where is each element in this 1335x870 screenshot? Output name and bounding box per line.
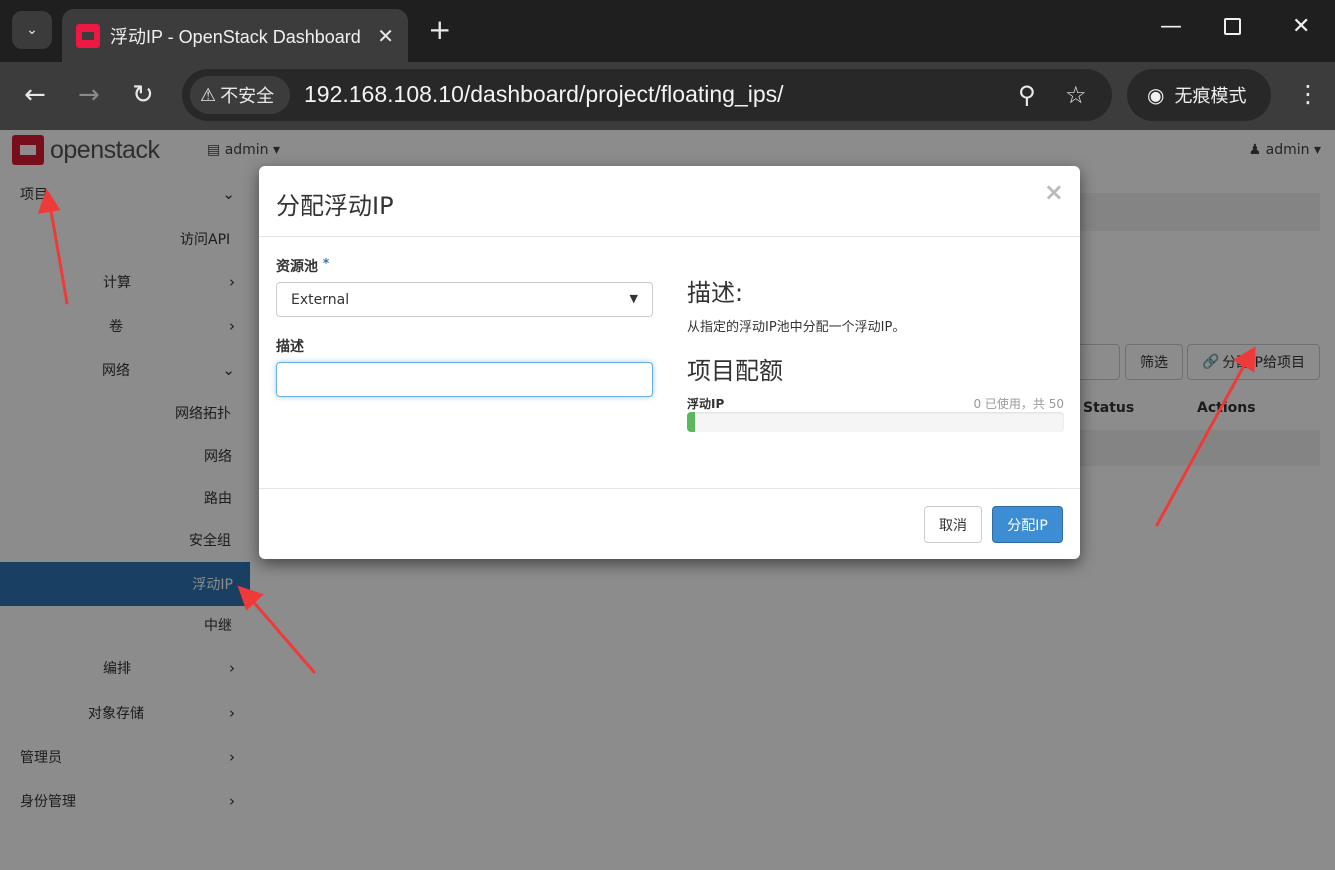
warning-triangle-icon: ⚠ (200, 84, 217, 106)
menu-kebab-icon[interactable]: ⋮ (1296, 80, 1320, 108)
back-arrow-icon[interactable]: ← (24, 80, 46, 110)
caret-down-icon: ▼ (629, 292, 638, 305)
browser-tab-bar: ⌄ 浮动IP - OpenStack Dashboard ✕ + — ✕ (0, 0, 1335, 62)
tab-close-icon[interactable]: ✕ (377, 24, 394, 48)
help-heading: 描述: (687, 279, 744, 307)
cancel-button[interactable]: 取消 (924, 506, 982, 543)
reload-icon[interactable]: ↻ (132, 80, 154, 110)
quota-heading: 项目配额 (687, 357, 783, 385)
openstack-favicon-icon (76, 23, 100, 48)
help-text: 从指定的浮动IP池中分配一个浮动IP。 (687, 320, 906, 335)
description-label: 描述 (276, 339, 304, 355)
quota-item-label: 浮动IP (687, 397, 725, 411)
browser-tab-active[interactable]: 浮动IP - OpenStack Dashboard ✕ (62, 9, 408, 62)
description-input[interactable] (276, 362, 653, 397)
chevron-down-icon: ⌄ (26, 22, 38, 38)
pool-label: 资源池 * (276, 256, 329, 276)
allocate-ip-button[interactable]: 分配IP (992, 506, 1063, 543)
incognito-label: 无痕模式 (1174, 86, 1247, 107)
zoom-icon[interactable]: ⚲ (1018, 81, 1036, 109)
address-bar[interactable]: ⚠ 不安全 192.168.108.10/dashboard/project/f… (182, 69, 1112, 121)
security-chip[interactable]: ⚠ 不安全 (190, 76, 290, 114)
modal-header: 分配浮动IP × (259, 166, 1080, 237)
star-bookmark-icon[interactable]: ☆ (1065, 81, 1087, 109)
modal-body: 资源池 * External ▼ 描述 描述: 从指定的浮动IP池中分配一个浮动… (259, 237, 1080, 489)
maximize-icon[interactable] (1224, 18, 1241, 35)
url-text[interactable]: 192.168.108.10/dashboard/project/floatin… (304, 81, 784, 108)
pool-select[interactable]: External ▼ (276, 282, 653, 317)
security-label: 不安全 (220, 86, 275, 107)
tab-title: 浮动IP - OpenStack Dashboard (110, 26, 361, 47)
browser-toolbar: ← → ↻ ⚠ 不安全 192.168.108.10/dashboard/pro… (0, 62, 1335, 130)
openstack-page: openstack ▤ admin ▾ ♟ admin ▾ 项目 ⌄ 访问API… (0, 130, 1335, 870)
quota-progress-bar (687, 412, 1064, 432)
allocate-floating-ip-modal: 分配浮动IP × 资源池 * External ▼ 描述 描述: 从指定的浮动I… (259, 166, 1080, 559)
close-icon[interactable]: × (1044, 178, 1064, 206)
incognito-icon: ◉ (1147, 83, 1165, 107)
tab-search-button[interactable]: ⌄ (12, 11, 52, 49)
new-tab-icon[interactable]: + (428, 16, 451, 44)
quota-progress-fill (687, 412, 695, 432)
pool-label-text: 资源池 (276, 259, 318, 275)
modal-title: 分配浮动IP (276, 192, 394, 220)
forward-arrow-icon[interactable]: → (78, 80, 100, 110)
incognito-indicator[interactable]: ◉ 无痕模式 (1127, 69, 1271, 121)
required-mark: * (322, 256, 330, 270)
pool-select-value: External (291, 291, 350, 308)
quota-usage-text: 0 已使用，共 50 (973, 397, 1064, 411)
minimize-icon[interactable]: — (1160, 14, 1182, 39)
close-window-icon[interactable]: ✕ (1292, 14, 1310, 39)
